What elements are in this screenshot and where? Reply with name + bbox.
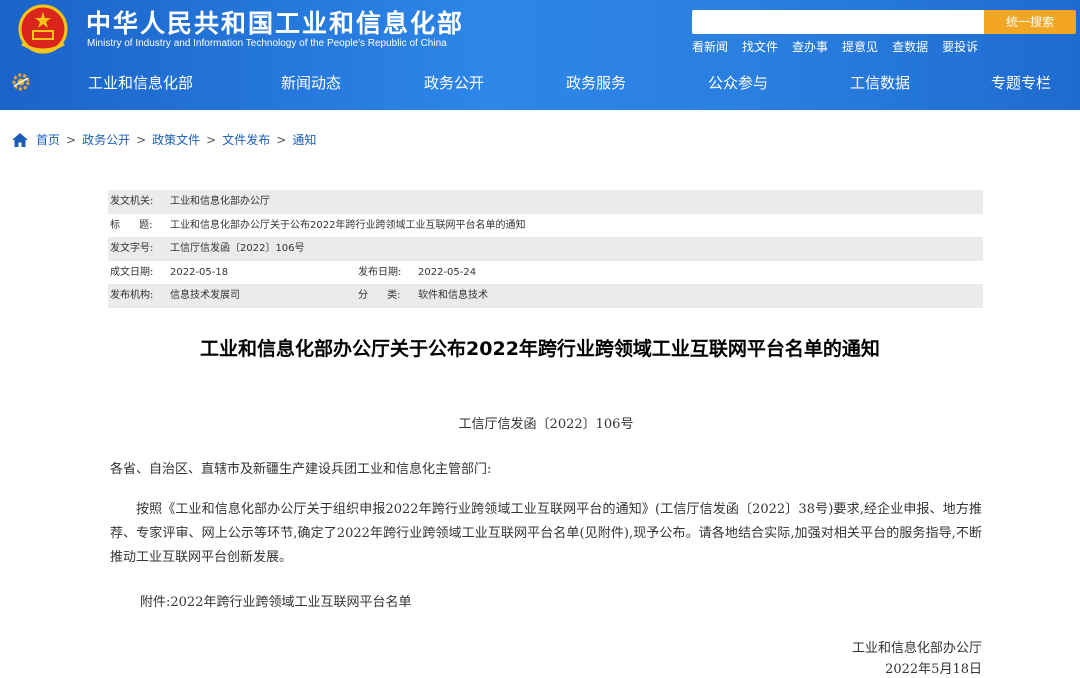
publisher-label: 发布机构: <box>110 290 154 301</box>
breadcrumb-policy-files[interactable]: 政策文件 <box>152 131 200 148</box>
document-title: 工业和信息化部办公厅关于公布2022年跨行业跨领域工业互联网平台名单的通知 <box>200 338 880 360</box>
breadcrumb-separator: > <box>276 132 287 147</box>
info-row-title: 标 题: 工业和信息化部办公厅关于公布2022年跨行业跨领域工业互联网平台名单的… <box>108 213 983 237</box>
nav-item-public-participation[interactable]: 公众参与 <box>708 72 768 93</box>
site-subtitle: Ministry of Industry and Information Tec… <box>87 38 447 49</box>
info-row-issuer: 发文机关: 工业和信息化部办公厅 <box>108 190 983 214</box>
issuer-label: 发文机关: <box>110 196 154 207</box>
nav-item-government-affairs[interactable]: 政务公开 <box>424 72 484 93</box>
breadcrumb-separator: > <box>136 132 147 147</box>
breadcrumb-home[interactable]: 首页 <box>36 131 60 148</box>
document-info-table: 发文机关: 工业和信息化部办公厅 标 题: 工业和信息化部办公厅关于公布2022… <box>108 190 983 308</box>
document-signer: 工业和信息化部办公厅 <box>851 641 982 656</box>
nav-item-data[interactable]: 工信数据 <box>850 72 910 93</box>
quick-link-files[interactable]: 找文件 <box>742 38 778 55</box>
info-row-dates: 成文日期: 2022-05-18 发布日期: 2022-05-24 <box>108 260 983 284</box>
doc-number-label: 发文字号: <box>110 243 154 254</box>
info-row-doc-number: 发文字号: 工信厅信发函〔2022〕106号 <box>108 237 983 261</box>
created-date-label: 成文日期: <box>110 266 154 278</box>
category-label: 分 类: <box>358 290 401 301</box>
quick-link-services[interactable]: 查办事 <box>792 38 828 55</box>
title-value: 工业和信息化部办公厅关于公布2022年跨行业跨领域工业互联网平台名单的通知 <box>170 219 526 231</box>
document-body-paragraph: 按照《工业和信息化部办公厅关于组织申报2022年跨行业跨领域工业互联网平台的通知… <box>110 502 982 565</box>
site-header: 中华人民共和国工业和信息化部 Ministry of Industry and … <box>0 0 1080 110</box>
nav-item-ministry[interactable]: 工业和信息化部 <box>88 72 193 93</box>
document-attachment[interactable]: 附件:2022年跨行业跨领域工业互联网平台名单 <box>140 591 411 610</box>
published-date-value: 2022-05-24 <box>418 266 477 278</box>
published-date-label: 发布日期: <box>358 266 402 278</box>
document-salutation: 各省、自治区、直辖市及新疆生产建设兵团工业和信息化主管部门: <box>110 462 492 477</box>
home-icon[interactable] <box>12 132 28 147</box>
info-row-publisher: 发布机构: 信息技术发展司 分 类: 软件和信息技术 <box>108 284 983 308</box>
title-label: 标 题: <box>110 219 153 231</box>
breadcrumb-separator: > <box>66 132 77 147</box>
nav-item-services[interactable]: 政务服务 <box>566 72 626 93</box>
doc-number-value: 工信厅信发函〔2022〕106号 <box>170 243 305 254</box>
breadcrumb-file-release[interactable]: 文件发布 <box>222 131 270 148</box>
issuer-value: 工业和信息化部办公厅 <box>170 196 270 207</box>
quick-link-data[interactable]: 查数据 <box>892 38 928 55</box>
breadcrumb-government-affairs[interactable]: 政务公开 <box>82 131 130 148</box>
quick-link-complaint[interactable]: 要投诉 <box>942 38 978 55</box>
quick-link-feedback[interactable]: 提意见 <box>842 38 878 55</box>
breadcrumb-notice[interactable]: 通知 <box>292 131 316 148</box>
document-date: 2022年5月18日 <box>885 662 982 677</box>
quick-links: 看新闻 找文件 查办事 提意见 查数据 要投诉 <box>692 38 978 55</box>
breadcrumb: 首页 > 政务公开 > 政策文件 > 文件发布 > 通知 <box>12 131 316 148</box>
search-input[interactable] <box>692 10 984 34</box>
national-emblem-icon[interactable] <box>14 4 72 56</box>
publisher-value: 信息技术发展司 <box>170 290 240 301</box>
main-nav: 工业和信息化部 新闻动态 政务公开 政务服务 公众参与 工信数据 专题专栏 <box>0 72 1080 94</box>
category-value: 软件和信息技术 <box>418 290 488 301</box>
breadcrumb-separator: > <box>206 132 217 147</box>
created-date-value: 2022-05-18 <box>170 266 229 278</box>
site-title[interactable]: 中华人民共和国工业和信息化部 <box>86 4 464 40</box>
nav-item-topics[interactable]: 专题专栏 <box>991 72 1051 93</box>
quick-link-news[interactable]: 看新闻 <box>692 38 728 55</box>
document-number: 工信厅信发函〔2022〕106号 <box>458 417 634 432</box>
search-button[interactable]: 统一搜索 <box>984 10 1076 34</box>
nav-item-news[interactable]: 新闻动态 <box>281 72 341 93</box>
